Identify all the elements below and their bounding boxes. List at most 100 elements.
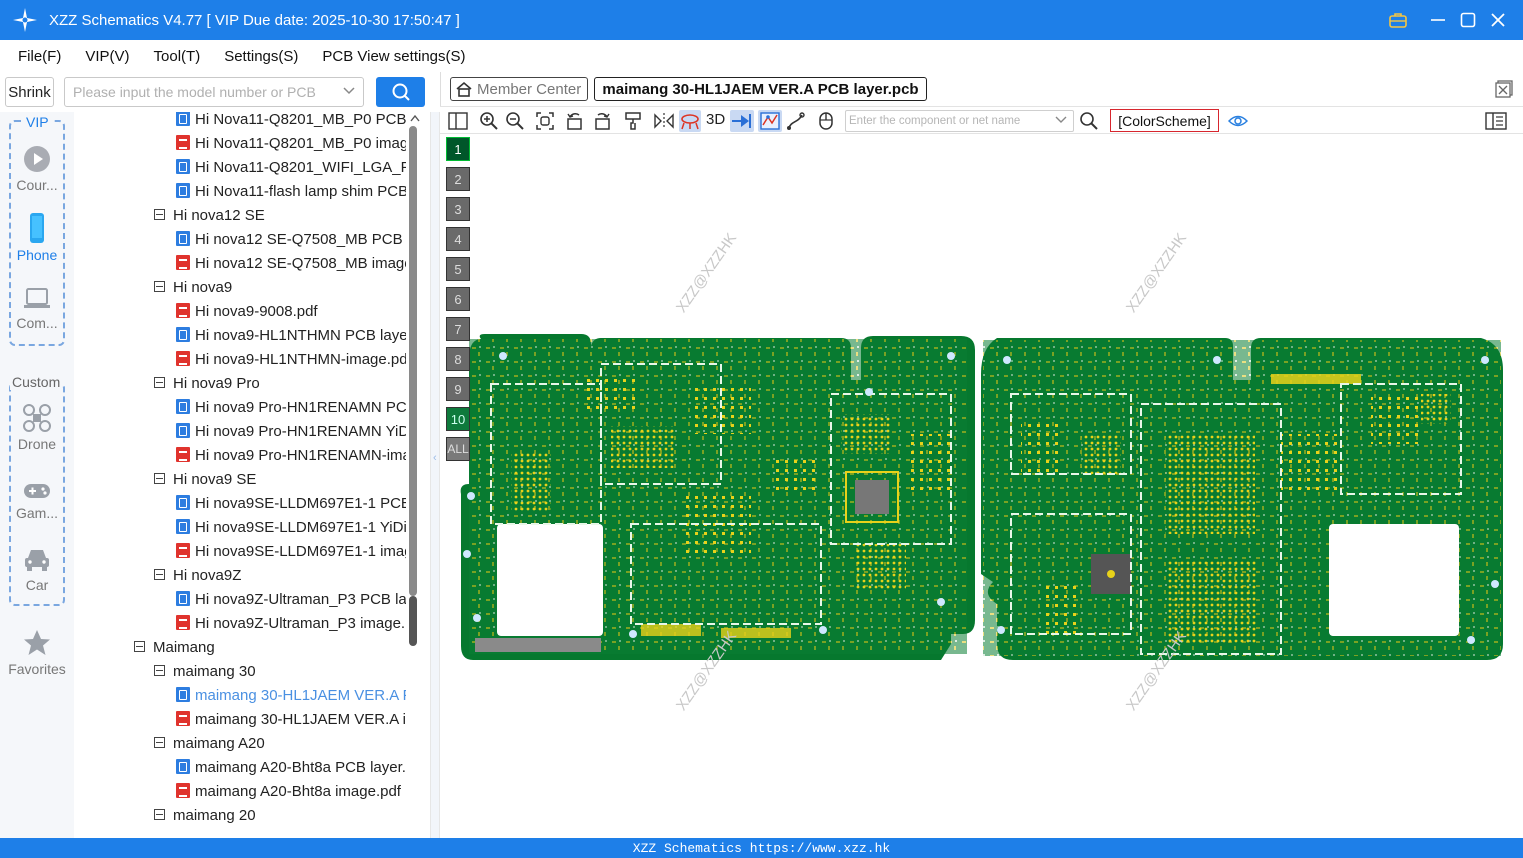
tree-file[interactable]: Hi nova9SE-LLDM697E1-1 PCB — [176, 492, 406, 516]
rotate-right-icon[interactable] — [591, 110, 613, 132]
color-scheme-button[interactable]: [ColorScheme] — [1110, 109, 1219, 132]
collapse-toggle-icon[interactable] — [154, 665, 165, 677]
tree-folder[interactable]: Maimang — [134, 636, 404, 660]
rail-item-favorites[interactable]: Favorites — [0, 628, 74, 677]
layer-button-all[interactable]: ALL — [446, 437, 470, 461]
collapse-toggle-icon[interactable] — [154, 569, 165, 581]
chevron-down-icon[interactable] — [1055, 113, 1067, 128]
close-icon[interactable] — [1483, 5, 1513, 35]
layer-button-2[interactable]: 2 — [446, 167, 470, 191]
layer-view-icon[interactable] — [758, 110, 782, 132]
tree-file[interactable]: Hi nova9SE-LLDM697E1-1 imag — [176, 540, 406, 564]
split-view-icon[interactable] — [447, 110, 469, 132]
trace-tool-icon[interactable] — [785, 110, 807, 132]
menu-pcb-view-settings[interactable]: PCB View settings(S) — [322, 48, 465, 65]
layer-button-10[interactable]: 10 — [446, 407, 470, 431]
collapse-toggle-icon[interactable] — [154, 281, 165, 293]
chevron-down-icon[interactable] — [343, 84, 355, 99]
tree-file[interactable]: Hi nova9-HL1NTHMN-image.pd — [176, 348, 406, 372]
scroll-thumb[interactable] — [409, 126, 417, 596]
pin-arrow-icon[interactable] — [730, 110, 754, 132]
shrink-button[interactable]: Shrink — [5, 77, 54, 107]
collapse-toggle-icon[interactable] — [154, 809, 165, 821]
tree-scrollbar[interactable] — [408, 112, 420, 838]
rail-item-computer[interactable]: Com... — [0, 286, 74, 331]
collapse-toggle-icon[interactable] — [154, 737, 165, 749]
tree-file[interactable]: Hi nova9 Pro-HN1RENAMN YiD — [176, 420, 406, 444]
rail-item-games[interactable]: Gam... — [0, 480, 74, 521]
flip-icon[interactable] — [653, 110, 675, 132]
tree-file[interactable]: Hi nova9 Pro-HN1RENAMN-ima — [176, 444, 406, 468]
close-all-tabs-icon[interactable] — [1495, 80, 1513, 101]
tree-folder[interactable]: Hi nova9 SE — [154, 468, 404, 492]
layer-button-9[interactable]: 9 — [446, 377, 470, 401]
3d-view-button[interactable]: 3D — [706, 111, 725, 128]
layer-button-6[interactable]: 6 — [446, 287, 470, 311]
tree-file[interactable]: Hi nova12 SE-Q7508_MB image — [176, 252, 406, 276]
layer-button-1[interactable]: 1 — [446, 137, 470, 161]
fit-view-icon[interactable] — [534, 110, 556, 132]
vip-bag-icon[interactable] — [1383, 5, 1413, 35]
menu-file[interactable]: File(F) — [18, 48, 61, 65]
tree-file[interactable]: Hi Nova11-Q8201_WIFI_LGA_P1 — [176, 156, 406, 180]
collapse-toggle-icon[interactable] — [134, 641, 145, 653]
tree-file[interactable]: maimang A20-Bht8a image.pdf — [176, 780, 406, 804]
tab-active-file[interactable]: maimang 30-HL1JAEM VER.A PCB layer.pcb — [594, 77, 927, 101]
rail-item-car[interactable]: Car — [0, 546, 74, 593]
tree-file[interactable]: Hi nova12 SE-Q7508_MB PCB la — [176, 228, 406, 252]
rail-item-phone[interactable]: Phone — [0, 212, 74, 263]
minimize-icon[interactable] — [1423, 5, 1453, 35]
tab-member-center[interactable]: Member Center — [450, 77, 588, 101]
tree-file[interactable]: Hi nova9 Pro-HN1RENAMN PC — [176, 396, 406, 420]
tree-file[interactable]: Hi Nova11-Q8201_MB_P0 image — [176, 132, 406, 156]
tree-file[interactable]: Hi nova9Z-Ultraman_P3 PCB lay — [176, 588, 406, 612]
tree-file[interactable]: maimang 30-HL1JAEM VER.A ir — [176, 708, 406, 732]
side-panel-icon[interactable] — [1484, 110, 1508, 132]
menu-vip[interactable]: VIP(V) — [85, 48, 129, 65]
maximize-icon[interactable] — [1453, 5, 1483, 35]
tree-file[interactable]: Hi nova9-HL1NTHMN PCB layer — [176, 324, 406, 348]
tree-file[interactable]: Hi nova9Z-Ultraman_P3 image.p — [176, 612, 406, 636]
tree-file[interactable]: Hi nova9-9008.pdf — [176, 300, 406, 324]
rail-item-drone[interactable]: Drone — [0, 403, 74, 452]
layer-button-7[interactable]: 7 — [446, 317, 470, 341]
collapse-toggle-icon[interactable] — [154, 377, 165, 389]
layer-button-3[interactable]: 3 — [446, 197, 470, 221]
zoom-in-icon[interactable] — [478, 110, 500, 132]
model-search-input[interactable] — [73, 84, 335, 100]
collapse-arrow-icon[interactable]: ‹ — [433, 452, 437, 464]
layer-button-4[interactable]: 4 — [446, 227, 470, 251]
zoom-out-icon[interactable] — [504, 110, 526, 132]
component-search-input[interactable] — [849, 111, 1054, 131]
tree-file[interactable]: Hi Nova11-flash lamp shim PCB — [176, 180, 406, 204]
tree-folder[interactable]: maimang A20 — [154, 732, 404, 756]
search-icon[interactable] — [1078, 110, 1100, 132]
menu-settings[interactable]: Settings(S) — [224, 48, 298, 65]
tree-folder[interactable]: Hi nova12 SE — [154, 204, 404, 228]
tree-file[interactable]: Hi nova9SE-LLDM697E1-1 YiDia — [176, 516, 406, 540]
pcb-board-view[interactable] — [441, 134, 1523, 838]
collapse-toggle-icon[interactable] — [154, 473, 165, 485]
scroll-thumb-active[interactable] — [409, 596, 417, 646]
panel-splitter[interactable]: ‹ — [430, 112, 440, 838]
layer-button-8[interactable]: 8 — [446, 347, 470, 371]
tree-folder[interactable]: Hi nova9Z — [154, 564, 404, 588]
tree-file[interactable]: maimang A20-Bht8a PCB layer.p — [176, 756, 406, 780]
paint-brush-icon[interactable] — [622, 110, 644, 132]
tree-folder[interactable]: Hi nova9 Pro — [154, 372, 404, 396]
eye-icon[interactable] — [1227, 110, 1249, 132]
collapse-toggle-icon[interactable] — [154, 209, 165, 221]
tree-folder[interactable]: Hi nova9 — [154, 276, 404, 300]
rotate-left-icon[interactable] — [564, 110, 586, 132]
pcb-canvas[interactable]: XZZ@XZZHK XZZ@XZZHK XZZ@XZZHK XZZ@XZZHK — [441, 134, 1523, 838]
mouse-mode-icon[interactable] — [815, 110, 837, 132]
tree-file[interactable]: Hi Nova11-Q8201_MB_P0 PCB l — [176, 112, 406, 132]
tree-folder[interactable]: maimang 30 — [154, 660, 404, 684]
tree-folder[interactable]: maimang 20 — [154, 804, 404, 828]
net-highlight-icon[interactable] — [679, 110, 701, 132]
menu-tool[interactable]: Tool(T) — [154, 48, 201, 65]
tree-file[interactable]: maimang 30-HL1JAEM VER.A P — [176, 684, 406, 708]
rail-item-courses[interactable]: Cour... — [0, 144, 74, 193]
search-button[interactable] — [376, 77, 425, 107]
layer-button-5[interactable]: 5 — [446, 257, 470, 281]
